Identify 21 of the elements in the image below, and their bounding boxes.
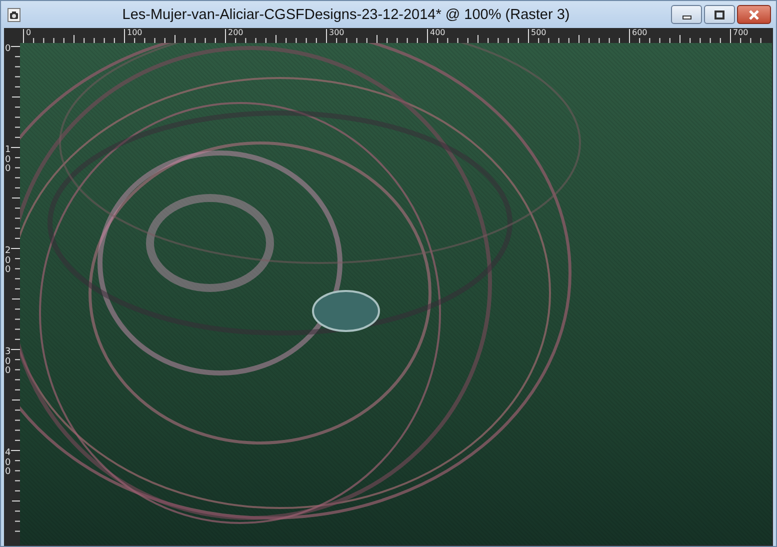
ruler-label: 500 [530,28,548,37]
ruler-label: 600 [631,28,648,37]
minimize-button[interactable] [671,5,702,24]
ruler-label: 200 [227,28,244,37]
close-button[interactable] [737,5,771,24]
maximize-icon [714,10,725,20]
ruler-label: 200 [5,247,11,276]
ruler-label: 100 [5,146,11,174]
close-icon [748,10,760,20]
window-title: Les-Mujer-van-Aliciar-CGSFDesigns-23-12-2014* @ 100% (Raster 3) [121,6,571,22]
ruler-label: 400 [429,28,446,37]
camera-icon [7,8,21,22]
ruler-label: 700 [732,28,750,37]
ruler-label: 300 [5,348,11,376]
ruler-label: 100 [126,28,144,37]
ruler-label: 0 [25,28,32,37]
oval-shape [312,290,380,332]
ruler-label: 300 [328,28,346,37]
ruler-label: 0 [5,45,11,54]
maximize-button[interactable] [704,5,735,24]
ruler-label: 400 [5,449,11,478]
